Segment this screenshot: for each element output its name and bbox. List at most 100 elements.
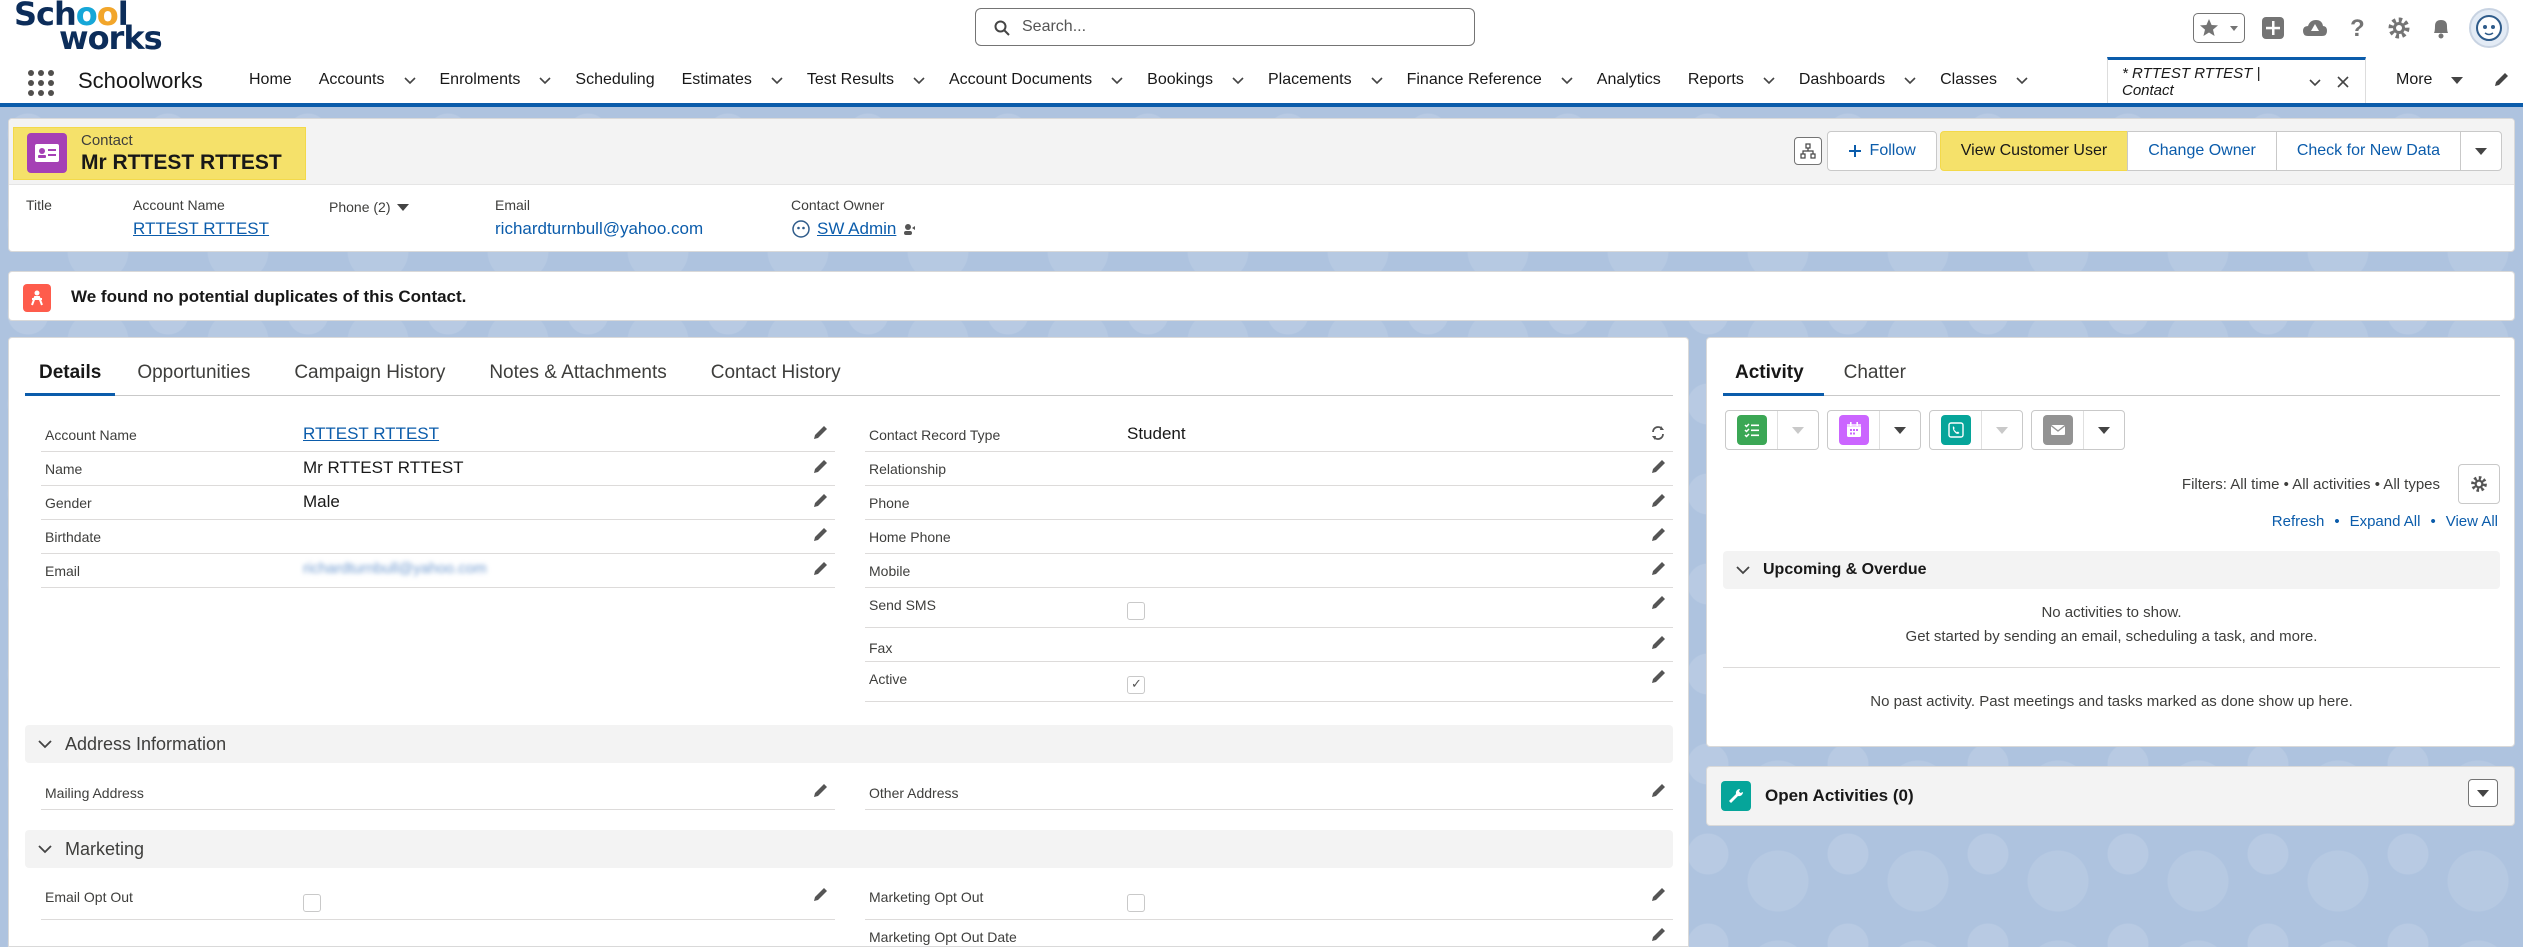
tab-contact-history[interactable]: Contact History: [689, 352, 863, 396]
nav-item-reports[interactable]: Reports: [1675, 57, 1786, 103]
search-input[interactable]: [1022, 15, 1462, 39]
chevron-down-icon[interactable]: [1899, 73, 1927, 87]
chevron-down-icon[interactable]: [399, 73, 427, 87]
tab-contact-record[interactable]: * RTTEST RTTEST | Contact: [2107, 57, 2366, 103]
nav-item-finance-reference[interactable]: Finance Reference: [1394, 57, 1584, 103]
nav-item-accounts[interactable]: Accounts: [306, 57, 427, 103]
chevron-down-icon[interactable]: [2011, 73, 2039, 87]
global-search[interactable]: [975, 8, 1475, 46]
view-all-link[interactable]: View All: [2446, 513, 2498, 530]
trailhead-button[interactable]: [2301, 14, 2329, 42]
highlight-account-name-link[interactable]: RTTEST RTTEST: [133, 219, 269, 239]
contact-owner-link[interactable]: SW Admin: [817, 219, 896, 239]
pencil-icon[interactable]: [811, 886, 829, 904]
tab-notes-attachments[interactable]: Notes & Attachments: [467, 352, 688, 396]
pencil-icon[interactable]: [1649, 782, 1667, 800]
nav-item-dashboards[interactable]: Dashboards: [1786, 57, 1927, 103]
nav-item-analytics[interactable]: Analytics: [1584, 57, 1675, 103]
account-name-link[interactable]: RTTEST RTTEST: [303, 424, 439, 444]
activity-filters[interactable]: Filters: All time • All activities • All…: [2182, 476, 2440, 493]
nav-item-enrolments[interactable]: Enrolments: [427, 57, 563, 103]
change-owner-button[interactable]: Change Owner: [2127, 131, 2277, 171]
pencil-icon[interactable]: [1649, 594, 1667, 612]
more-actions-button[interactable]: [2460, 131, 2502, 171]
nav-item-estimates[interactable]: Estimates: [669, 57, 794, 103]
section-address-information[interactable]: Address Information: [25, 725, 1673, 763]
setup-button[interactable]: [2385, 14, 2413, 42]
check-for-new-data-button[interactable]: Check for New Data: [2275, 131, 2461, 171]
nav-item-bookings[interactable]: Bookings: [1134, 57, 1255, 103]
user-avatar[interactable]: [2469, 8, 2509, 48]
activity-settings-button[interactable]: [2458, 464, 2500, 504]
app-launcher-button[interactable]: [28, 70, 54, 96]
chevron-down-icon[interactable]: [2308, 75, 2322, 89]
change-owner-icon[interactable]: [902, 222, 916, 236]
send-email-button[interactable]: [2031, 410, 2125, 450]
notifications-button[interactable]: [2427, 14, 2455, 42]
nav-item-classes[interactable]: Classes: [1927, 57, 2039, 103]
nav-item-test-results[interactable]: Test Results: [794, 57, 936, 103]
pencil-icon[interactable]: [1649, 886, 1667, 904]
nav-item-account-documents[interactable]: Account Documents: [936, 57, 1134, 103]
change-record-type-icon[interactable]: [1649, 424, 1667, 442]
tab-chatter[interactable]: Chatter: [1824, 352, 1926, 396]
nav-item-scheduling[interactable]: Scheduling: [562, 57, 668, 103]
section-upcoming-overdue[interactable]: Upcoming & Overdue: [1723, 551, 2500, 589]
new-event-button[interactable]: [1827, 410, 1921, 450]
open-activities-menu-button[interactable]: [2468, 779, 2498, 807]
pencil-icon[interactable]: [811, 782, 829, 800]
close-icon[interactable]: [2336, 75, 2350, 89]
nav-item-placements[interactable]: Placements: [1255, 57, 1394, 103]
schoolworks-logo[interactable]: School works: [14, 0, 164, 54]
chevron-down-icon[interactable]: [766, 73, 794, 87]
caret-down-icon[interactable]: [1880, 411, 1920, 449]
pencil-icon[interactable]: [811, 560, 829, 578]
chevron-down-icon[interactable]: [1227, 73, 1255, 87]
chevron-down-icon[interactable]: [1556, 73, 1584, 87]
tab-activity[interactable]: Activity: [1723, 352, 1824, 396]
open-activities-title[interactable]: Open Activities (0): [1765, 786, 1914, 806]
nav-more-menu[interactable]: More: [2396, 57, 2464, 103]
hierarchy-icon: [1799, 143, 1816, 159]
pencil-icon[interactable]: [811, 424, 829, 442]
refresh-link[interactable]: Refresh: [2272, 513, 2325, 530]
pencil-icon[interactable]: [1649, 458, 1667, 476]
favorites-button[interactable]: [2193, 13, 2245, 43]
tab-opportunities[interactable]: Opportunities: [115, 352, 272, 396]
pencil-icon[interactable]: [1649, 492, 1667, 510]
pencil-icon[interactable]: [811, 458, 829, 476]
tab-campaign-history[interactable]: Campaign History: [272, 352, 467, 396]
nav-item-home[interactable]: Home: [236, 57, 306, 103]
activity-tabs: Activity Chatter: [1723, 352, 2500, 396]
chevron-down-icon[interactable]: [1758, 73, 1786, 87]
follow-button[interactable]: Follow: [1826, 131, 1937, 171]
view-customer-user-button[interactable]: View Customer User: [1939, 131, 2129, 171]
help-button[interactable]: ?: [2343, 14, 2371, 42]
caret-down-icon[interactable]: [2084, 411, 2124, 449]
caret-down-icon[interactable]: [1982, 411, 2022, 449]
chevron-down-icon[interactable]: [534, 73, 562, 87]
caret-down-icon[interactable]: [1778, 411, 1818, 449]
pencil-icon[interactable]: [1649, 634, 1667, 652]
hierarchy-button[interactable]: [1793, 137, 1822, 165]
highlight-email-link[interactable]: richardturnbull@yahoo.com: [495, 219, 703, 239]
chevron-down-icon[interactable]: [1106, 73, 1134, 87]
log-call-button[interactable]: [1929, 410, 2023, 450]
cloud-icon: [2303, 20, 2327, 36]
global-actions-button[interactable]: [2259, 14, 2287, 42]
pencil-icon[interactable]: [811, 492, 829, 510]
pencil-icon[interactable]: [1649, 560, 1667, 578]
email-link[interactable]: richardturnbull@yahoo.com: [303, 560, 487, 577]
pencil-icon[interactable]: [1649, 668, 1667, 686]
pencil-icon[interactable]: [811, 526, 829, 544]
expand-all-link[interactable]: Expand All: [2350, 513, 2421, 530]
section-marketing[interactable]: Marketing: [25, 830, 1673, 868]
chevron-down-icon[interactable]: [1366, 73, 1394, 87]
edit-nav-button[interactable]: [2492, 71, 2510, 94]
highlight-phone[interactable]: Phone (2): [329, 199, 410, 215]
new-task-button[interactable]: [1725, 410, 1819, 450]
pencil-icon[interactable]: [1649, 926, 1667, 944]
tab-details[interactable]: Details: [25, 352, 116, 396]
pencil-icon[interactable]: [1649, 526, 1667, 544]
chevron-down-icon[interactable]: [908, 73, 936, 87]
